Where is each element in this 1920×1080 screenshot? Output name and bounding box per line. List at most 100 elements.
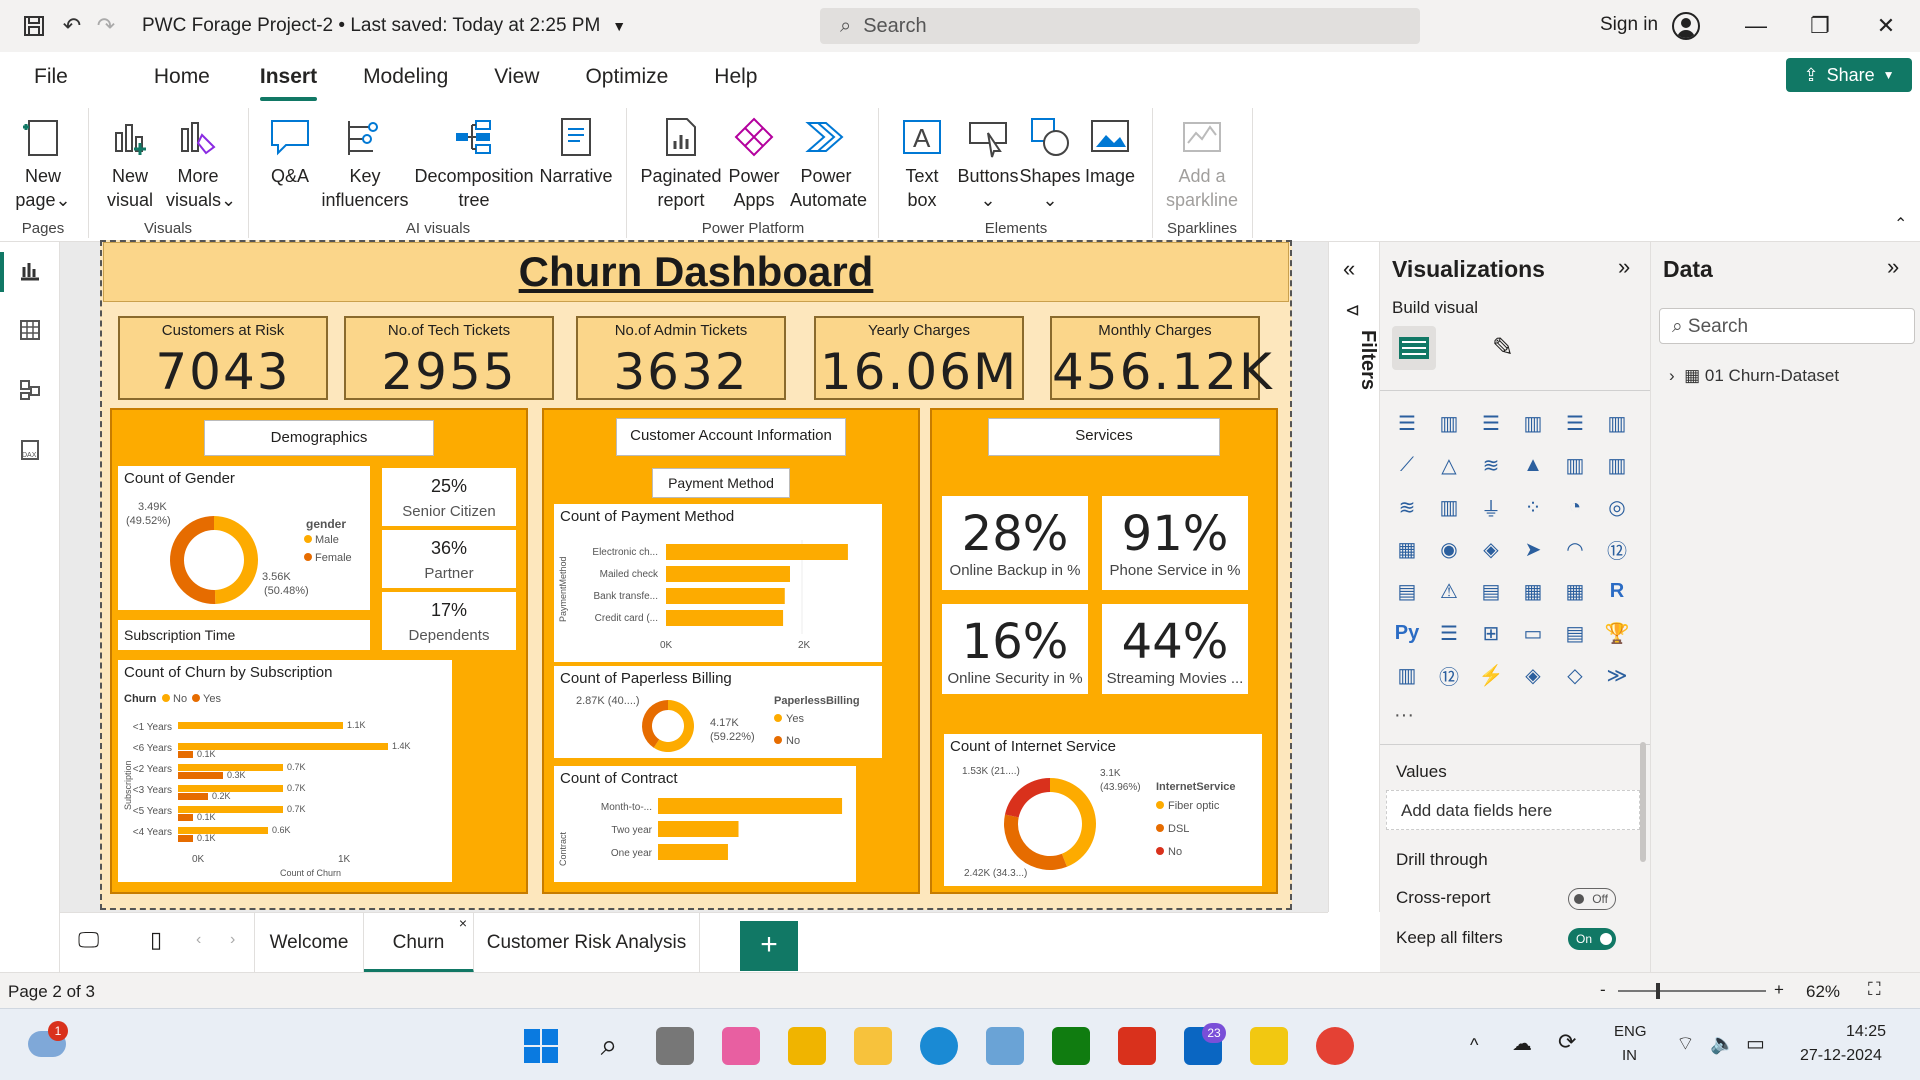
store-icon[interactable] bbox=[788, 1027, 826, 1065]
bar[interactable] bbox=[178, 772, 223, 779]
bar[interactable] bbox=[658, 798, 843, 814]
visual-type-icon[interactable]: ⏚ bbox=[1476, 492, 1506, 522]
more-visual-types-icon[interactable]: ··· bbox=[1394, 704, 1414, 727]
cross-report-toggle[interactable]: Off bbox=[1568, 888, 1616, 910]
bar[interactable] bbox=[666, 544, 848, 560]
mobile-layout-icon[interactable]: ▯ bbox=[150, 927, 162, 953]
task-view-icon[interactable] bbox=[656, 1027, 694, 1065]
new-visual-button[interactable]: New visual bbox=[98, 110, 162, 212]
power-apps-button[interactable]: Power Apps bbox=[722, 110, 786, 212]
add-sparkline-button[interactable]: Add a sparkline bbox=[1160, 110, 1244, 212]
zoom-slider[interactable] bbox=[1618, 990, 1766, 992]
share-button[interactable]: ⇪ Share ▼ bbox=[1786, 58, 1912, 92]
collapse-icon[interactable]: « bbox=[1343, 256, 1355, 282]
paginated-report-button[interactable]: Paginated report bbox=[636, 110, 726, 212]
visual-type-icon[interactable]: ◎ bbox=[1602, 492, 1632, 522]
visual-type-icon[interactable]: ▦ bbox=[1518, 576, 1548, 606]
kpi-card[interactable]: No.of Admin Tickets 3632 bbox=[576, 316, 786, 401]
file-explorer-icon[interactable] bbox=[854, 1027, 892, 1065]
sync-icon[interactable]: ⟳ bbox=[1558, 1029, 1576, 1055]
zoom-slider-handle[interactable] bbox=[1656, 983, 1660, 999]
visual-type-icon[interactable]: ⑫ bbox=[1434, 660, 1464, 690]
dax-query-icon[interactable]: DAX bbox=[16, 436, 44, 464]
visual-type-icon[interactable]: ▥ bbox=[1602, 450, 1632, 480]
qa-button[interactable]: Q&A bbox=[258, 110, 322, 188]
visual-type-icon[interactable]: ⑫ bbox=[1602, 534, 1632, 564]
gender-donut-visual[interactable]: Count of Gender 3.49K (49.52%) 3.56K (50… bbox=[118, 466, 370, 610]
visual-type-icon[interactable]: ◈ bbox=[1518, 660, 1548, 690]
document-title[interactable]: PWC Forage Project-2 • Last saved: Today… bbox=[142, 15, 600, 37]
bar[interactable] bbox=[178, 806, 283, 813]
expand-icon[interactable]: » bbox=[1887, 254, 1899, 280]
visual-type-icon[interactable]: ☰ bbox=[1476, 408, 1506, 438]
build-visual-tab-icon[interactable] bbox=[1392, 326, 1436, 370]
visual-type-icon[interactable]: ☰ bbox=[1560, 408, 1590, 438]
donut-slice[interactable] bbox=[1004, 814, 1068, 870]
donut-slice[interactable] bbox=[214, 516, 258, 604]
visual-type-icon[interactable]: ➤ bbox=[1518, 534, 1548, 564]
bar[interactable] bbox=[658, 821, 739, 837]
contract-visual[interactable]: Count of Contract Contract Month-to-... T… bbox=[554, 766, 856, 882]
minimize-icon[interactable]: — bbox=[1736, 8, 1776, 44]
visual-type-icon[interactable]: ◈ bbox=[1476, 534, 1506, 564]
new-page-button[interactable]: New page⌄ bbox=[8, 110, 78, 212]
copilot-icon[interactable] bbox=[722, 1027, 760, 1065]
visual-type-icon[interactable]: ▥ bbox=[1434, 492, 1464, 522]
bar[interactable] bbox=[178, 751, 193, 758]
desktop-layout-icon[interactable]: 🖵 bbox=[78, 927, 99, 953]
fit-page-icon[interactable]: ⛶ bbox=[1868, 979, 1881, 1000]
tab-welcome[interactable]: Welcome bbox=[254, 913, 364, 973]
visual-type-icon[interactable]: ▤ bbox=[1392, 576, 1422, 606]
visual-type-icon[interactable]: ☰ bbox=[1392, 408, 1422, 438]
add-data-field-well[interactable]: Add data fields here bbox=[1386, 790, 1640, 830]
kpi-card[interactable]: Yearly Charges 16.06M bbox=[814, 316, 1024, 401]
undo-icon[interactable]: ↶ bbox=[58, 12, 86, 40]
search-input[interactable]: ⌕ Search bbox=[820, 8, 1420, 44]
bar[interactable] bbox=[666, 610, 784, 626]
expand-icon[interactable]: » bbox=[1618, 254, 1630, 280]
visual-type-icon[interactable]: ▥ bbox=[1518, 408, 1548, 438]
visual-type-icon[interactable]: ⁘ bbox=[1518, 492, 1548, 522]
close-tab-icon[interactable]: × bbox=[459, 893, 467, 953]
internet-service-visual[interactable]: Count of Internet Service 1.53K (21....)… bbox=[944, 734, 1262, 886]
visual-type-icon[interactable]: ◠ bbox=[1560, 534, 1590, 564]
sign-in-link[interactable]: Sign in bbox=[1600, 14, 1658, 36]
partner-card[interactable]: 36% Partner bbox=[382, 530, 516, 588]
volume-icon[interactable]: 🔈 bbox=[1710, 1031, 1735, 1056]
keep-filters-toggle[interactable]: On bbox=[1568, 928, 1616, 950]
add-page-button[interactable]: + bbox=[740, 921, 798, 971]
visual-type-icon[interactable]: ▭ bbox=[1518, 618, 1548, 648]
donut-slice[interactable] bbox=[642, 700, 668, 748]
kpi-card[interactable]: Monthly Charges 456.12K bbox=[1050, 316, 1272, 401]
visual-type-icon[interactable]: R bbox=[1602, 576, 1632, 606]
image-button[interactable]: Image bbox=[1078, 110, 1142, 188]
menu-view[interactable]: View bbox=[486, 59, 547, 95]
donut-slice[interactable] bbox=[169, 516, 216, 604]
maximize-icon[interactable]: ❐ bbox=[1800, 8, 1840, 44]
visual-type-icon[interactable]: 🏆 bbox=[1602, 618, 1632, 648]
data-search-input[interactable]: ⌕ Search bbox=[1659, 308, 1915, 344]
chevron-down-icon[interactable]: ▼ bbox=[612, 18, 626, 34]
xbox-icon[interactable] bbox=[1052, 1027, 1090, 1065]
chevron-up-icon[interactable]: ^ bbox=[1470, 1035, 1478, 1056]
tab-customer-risk[interactable]: Customer Risk Analysis bbox=[474, 913, 700, 973]
visual-type-icon[interactable]: ▥ bbox=[1602, 408, 1632, 438]
app-icon[interactable] bbox=[986, 1027, 1024, 1065]
menu-help[interactable]: Help bbox=[706, 59, 765, 95]
visual-type-icon[interactable]: ◉ bbox=[1434, 534, 1464, 564]
visual-type-icon[interactable]: ⚡ bbox=[1476, 660, 1506, 690]
senior-citizen-card[interactable]: 25% Senior Citizen bbox=[382, 468, 516, 526]
bar[interactable] bbox=[178, 722, 343, 729]
bar[interactable] bbox=[178, 793, 208, 800]
zoom-out-icon[interactable]: - bbox=[1600, 980, 1606, 1000]
filters-pane[interactable]: « ⊲ Filters bbox=[1328, 242, 1380, 912]
visual-type-icon[interactable]: ▲ bbox=[1518, 450, 1548, 480]
cloud-icon[interactable]: ☁ bbox=[1512, 1031, 1532, 1056]
decomposition-tree-button[interactable]: Decomposition tree bbox=[412, 110, 536, 212]
visual-type-icon[interactable]: ⟋ bbox=[1392, 450, 1422, 480]
service-card[interactable]: 91% Phone Service in % bbox=[1102, 496, 1248, 590]
service-card[interactable]: 44% Streaming Movies ... bbox=[1102, 604, 1248, 694]
zoom-in-icon[interactable]: + bbox=[1774, 980, 1784, 1000]
bar[interactable] bbox=[666, 588, 785, 604]
text-box-button[interactable]: A Text box bbox=[888, 110, 956, 212]
